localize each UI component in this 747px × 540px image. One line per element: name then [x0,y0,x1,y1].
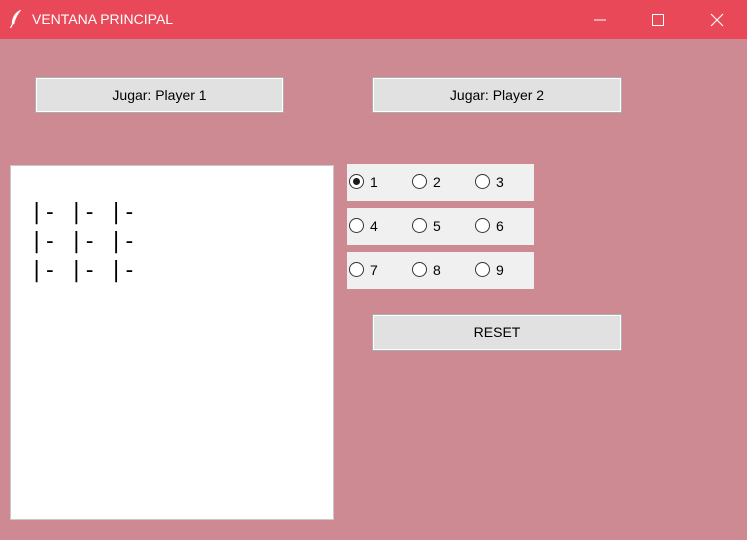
radio-circle [475,174,490,189]
play-player2-button[interactable]: Jugar: Player 2 [372,77,622,113]
radio-circle [349,218,364,233]
radio-label: 8 [433,262,441,278]
radio-circle [412,262,427,277]
radio-row-3: 7 8 9 [347,252,534,289]
radio-selected-dot [353,178,360,185]
maximize-button[interactable] [629,0,687,39]
radio-row-2: 4 5 6 [347,208,534,245]
play-player1-button[interactable]: Jugar: Player 1 [35,77,284,113]
board-text-area[interactable]: |- |- |- |- |- |- |- |- |- [10,165,334,520]
radio-circle [412,218,427,233]
radio-row-1: 1 2 3 [347,164,534,201]
board-row-1: |- |- |- [30,200,136,225]
radio-label: 4 [370,218,378,234]
maximize-icon [652,14,664,26]
radio-label: 5 [433,218,441,234]
radio-circle [475,262,490,277]
close-button[interactable] [688,0,746,39]
reset-button[interactable]: RESET [372,314,622,351]
board-row-3: |- |- |- [30,258,136,283]
radio-label: 2 [433,174,441,190]
radio-circle [475,218,490,233]
minimize-button[interactable] [571,0,629,39]
radio-label: 3 [496,174,504,190]
radio-label: 1 [370,174,378,190]
radio-circle [412,174,427,189]
radio-circle [349,262,364,277]
radio-label: 6 [496,218,504,234]
radio-label: 7 [370,262,378,278]
window-title: VENTANA PRINCIPAL [32,11,174,27]
close-icon [710,13,724,27]
radio-label: 9 [496,262,504,278]
feather-icon [9,9,23,29]
board-row-2: |- |- |- [30,229,136,254]
radio-circle [349,174,364,189]
title-bar[interactable]: VENTANA PRINCIPAL [0,0,747,39]
main-window: VENTANA PRINCIPAL Jugar: Player 1 Jugar:… [0,0,747,540]
minimize-icon [594,19,606,21]
board-grid: |- |- |- |- |- |- |- |- |- [30,198,136,285]
